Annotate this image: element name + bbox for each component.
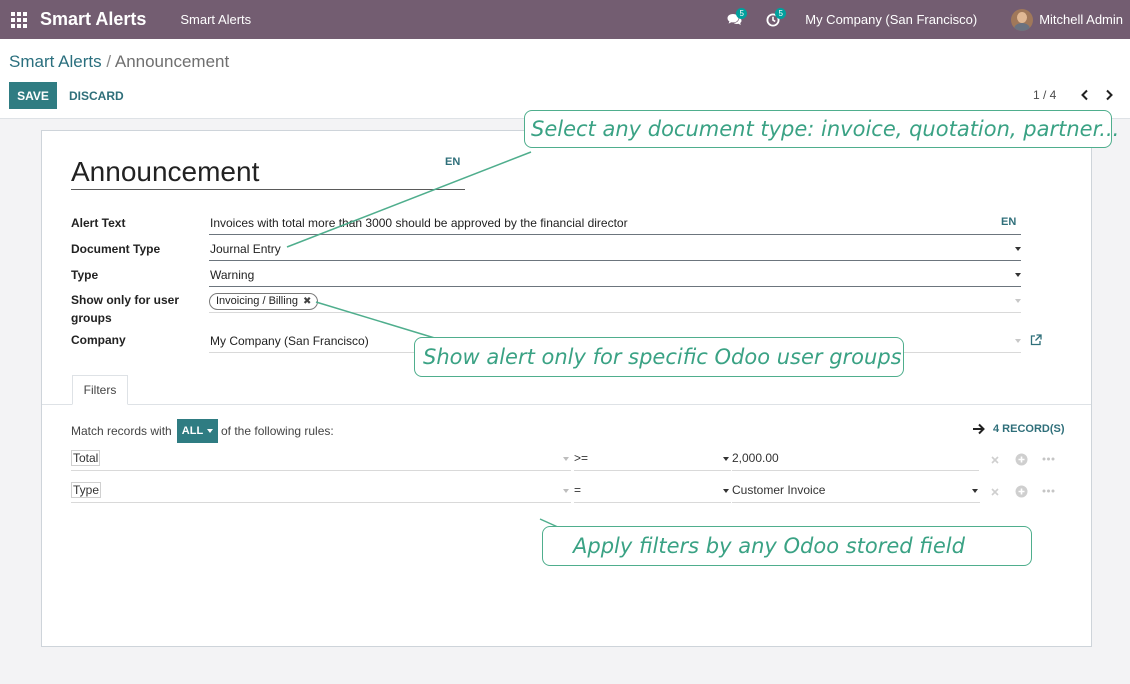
rule-value: 2,000.00 [732,451,779,465]
navbar-systray: 5 5 My Company (San Francisco) Mitchell … [723,0,1130,39]
top-navbar: Smart Alerts Smart Alerts 5 5 My Company… [0,0,1130,39]
breadcrumb: Smart Alerts / Announcement [9,52,229,72]
rule-operator-select[interactable]: >= [574,449,731,471]
rule-value-select[interactable]: Customer Invoice [732,481,980,503]
tab-bar [42,404,1091,405]
external-link-icon[interactable] [1030,334,1042,346]
breadcrumb-separator: / [106,52,112,71]
menu-item-smart-alerts[interactable]: Smart Alerts [180,12,251,27]
pager-previous-button[interactable] [1076,86,1092,104]
user-menu[interactable]: Mitchell Admin [1039,12,1123,27]
close-icon[interactable] [988,485,1002,499]
user-group-tag-label: Invoicing / Billing [216,295,298,307]
tab-filters[interactable]: Filters [72,375,128,405]
callout-user-groups: Show alert only for specific Odoo user g… [414,337,904,377]
callout-filters: Apply filters by any Odoo stored field [542,526,1032,566]
chevron-down-icon [563,457,569,461]
records-link[interactable]: 4 RECORD(S) [972,423,1065,435]
chevron-down-icon [972,489,978,493]
match-mode-dropdown[interactable]: ALL [177,419,218,443]
alert-text-input[interactable]: Invoices with total more than 3000 shoul… [209,214,1021,235]
company-value: My Company (San Francisco) [210,334,369,348]
callout-user-groups-text: Show alert only for specific Odoo user g… [423,345,902,369]
messages-button[interactable]: 5 [723,0,748,39]
ellipsis-icon[interactable] [1041,452,1055,466]
document-type-select[interactable]: Journal Entry [209,240,1021,261]
alert-text-value: Invoices with total more than 3000 shoul… [210,216,628,230]
rule-field-value: Total [71,450,101,466]
user-groups-input[interactable]: Invoicing / Billing ✖ [209,292,1021,313]
plus-circle-icon[interactable] [1014,484,1028,498]
company-label: Company [71,333,126,347]
record-title-input[interactable]: Announcement [71,154,465,190]
chevron-right-icon [1105,89,1113,101]
alert-text-label: Alert Text [71,216,126,230]
title-language-button[interactable]: EN [445,156,460,168]
user-groups-label-line2: groups [71,311,112,325]
type-select[interactable]: Warning [209,266,1021,287]
records-count: 4 RECORD(S) [993,423,1065,435]
chevron-down-icon [1015,273,1021,277]
rule-operator-select[interactable]: = [574,481,731,503]
breadcrumb-parent[interactable]: Smart Alerts [9,52,102,71]
rule-value: Customer Invoice [732,483,826,497]
user-avatar[interactable] [1011,8,1034,31]
user-groups-label: Show only for user groups [71,291,179,327]
match-prefix: Match records with [71,424,172,438]
apps-grid-icon[interactable] [2,0,36,39]
callout-document-type-text: Select any document type: invoice, quota… [531,117,1120,141]
rule-value-input[interactable]: 2,000.00 [732,449,979,471]
document-type-value: Journal Entry [210,242,281,256]
discard-button[interactable]: DISCARD [69,82,124,109]
pager-next-button[interactable] [1101,86,1117,104]
chevron-down-icon [1015,299,1021,303]
match-suffix: of the following rules: [221,424,334,438]
chevron-left-icon [1080,89,1088,101]
match-mode-value: ALL [181,425,204,437]
chevron-down-icon [723,457,729,461]
rule-operator-value: = [574,483,582,497]
messages-count-badge: 5 [736,8,748,19]
pager-value[interactable]: 1 / 4 [1033,88,1056,102]
activities-button[interactable]: 5 [762,0,787,39]
plus-circle-icon[interactable] [1014,452,1028,466]
ellipsis-icon[interactable] [1041,484,1055,498]
save-button[interactable]: SAVE [9,82,57,109]
close-icon[interactable] [988,453,1002,467]
chevron-down-icon [563,489,569,493]
rule-field-select[interactable]: Type [71,481,571,503]
callout-document-type: Select any document type: invoice, quota… [524,110,1119,148]
form-sheet: Announcement EN Alert Text Invoices with… [41,130,1092,647]
control-panel: Smart Alerts / Announcement SAVE DISCARD… [0,39,1130,119]
chevron-down-icon [207,429,214,433]
user-groups-label-line1: Show only for user [71,293,180,307]
company-switcher[interactable]: My Company (San Francisco) [805,12,977,27]
close-icon[interactable]: ✖ [303,294,311,309]
chevron-down-icon [1015,339,1021,343]
app-brand[interactable]: Smart Alerts [40,9,146,30]
breadcrumb-current: Announcement [114,52,230,71]
chevron-down-icon [723,489,729,493]
rule-field-select[interactable]: Total [71,449,571,471]
alert-text-language-button[interactable]: EN [1001,216,1016,228]
activities-count-badge: 5 [775,8,787,19]
arrow-right-icon [973,423,985,435]
type-label: Type [71,268,99,282]
type-value: Warning [210,268,255,282]
rule-field-value: Type [71,482,102,498]
user-group-tag: Invoicing / Billing ✖ [209,293,319,310]
chevron-down-icon [1015,247,1021,251]
document-type-label: Document Type [71,242,161,256]
rule-operator-value: >= [574,451,589,465]
callout-filters-text: Apply filters by any Odoo stored field [573,534,965,558]
